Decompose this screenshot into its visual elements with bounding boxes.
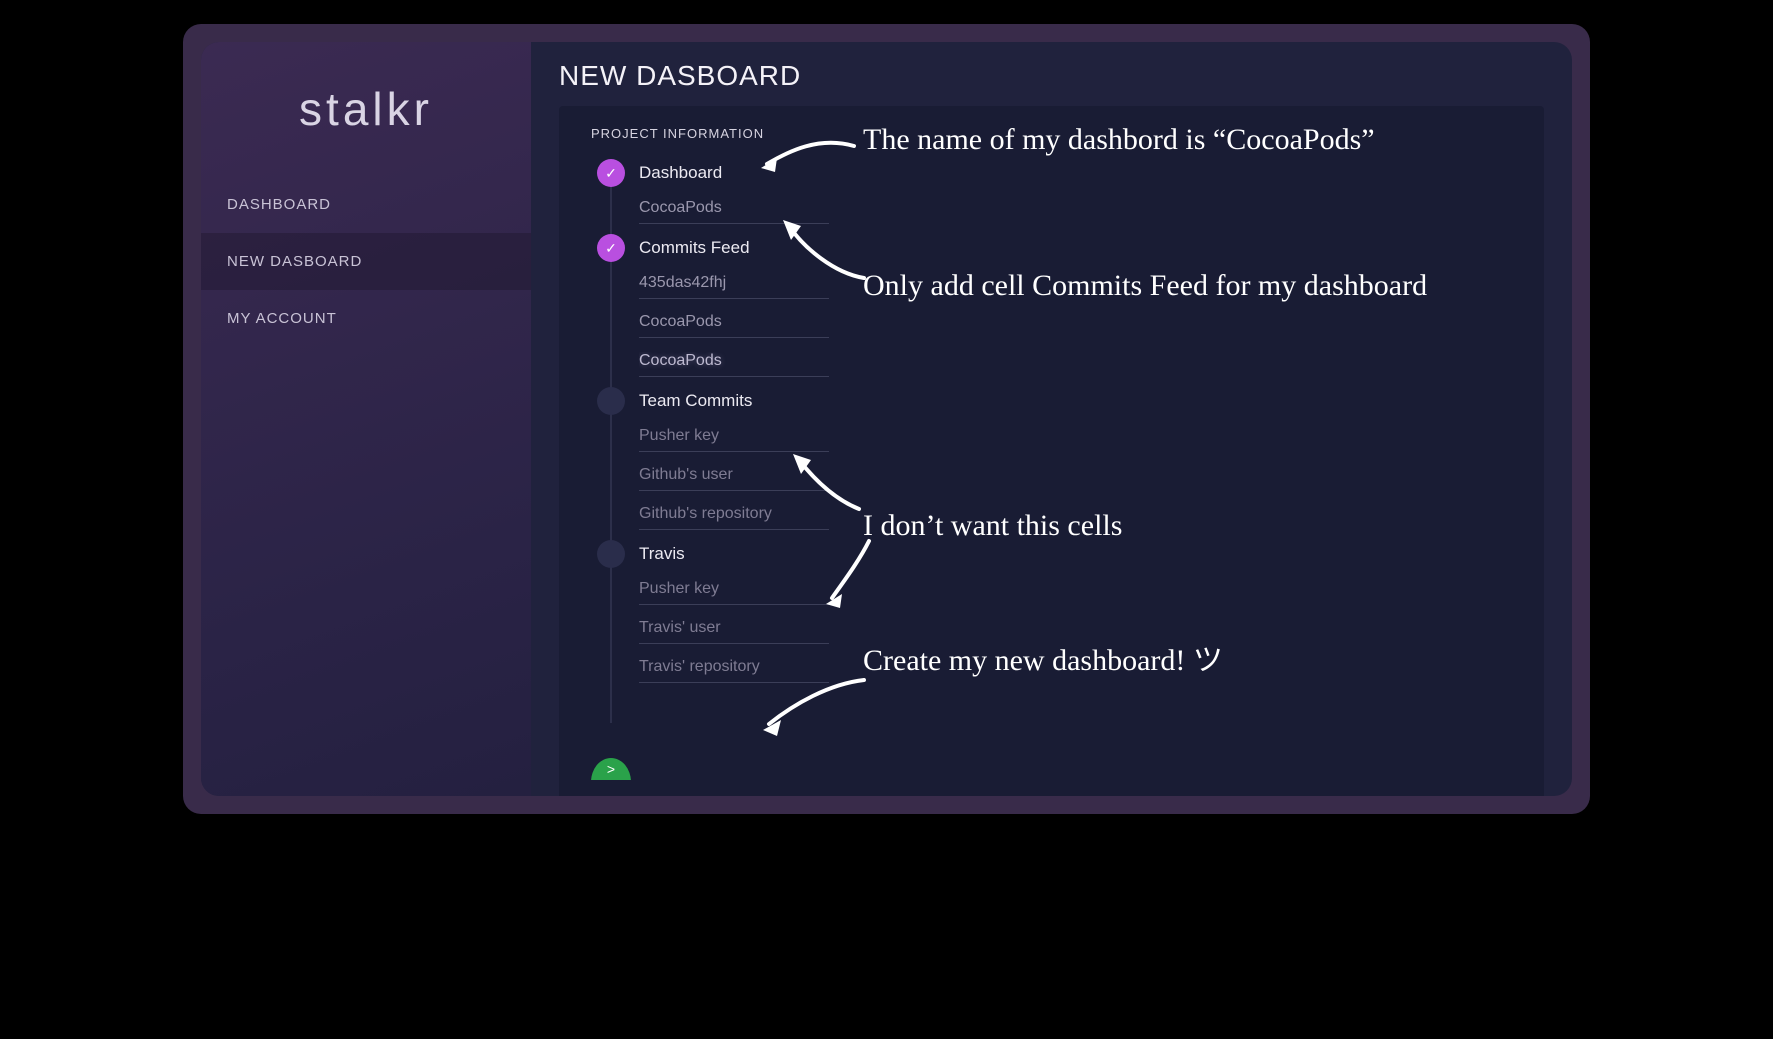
travis-pusher-key-input[interactable] <box>639 574 829 605</box>
step-commits-feed: ✓ Commits Feed <box>597 234 1512 377</box>
team-pusher-key-input[interactable] <box>639 421 829 452</box>
step-title: Dashboard <box>639 159 1512 187</box>
check-icon: ✓ <box>597 159 625 187</box>
step-dot-icon <box>597 387 625 415</box>
commits-feed-user-input[interactable] <box>639 307 829 338</box>
step-title: Travis <box>639 540 1512 568</box>
team-github-user-input[interactable] <box>639 460 829 491</box>
check-icon: ✓ <box>597 234 625 262</box>
travis-repo-input[interactable] <box>639 652 829 683</box>
app-window: stalkr DASHBOARD NEW DASBOARD MY ACCOUNT… <box>201 42 1572 796</box>
step-dashboard: ✓ Dashboard <box>597 159 1512 224</box>
step-title: Team Commits <box>639 387 1512 415</box>
main-area: NEW DASBOARD PROJECT INFORMATION ✓ Dashb… <box>531 42 1572 796</box>
step-title: Commits Feed <box>639 234 1512 262</box>
brand-logo: stalkr <box>201 72 531 176</box>
team-github-repo-input[interactable] <box>639 499 829 530</box>
commits-feed-repo-input[interactable] <box>639 346 829 377</box>
outer-frame: stalkr DASHBOARD NEW DASBOARD MY ACCOUNT… <box>183 24 1590 814</box>
step-travis: Travis <box>597 540 1512 683</box>
dashboard-name-input[interactable] <box>639 193 829 224</box>
sidebar-item-dashboard[interactable]: DASHBOARD <box>201 176 531 233</box>
sidebar-item-my-account[interactable]: MY ACCOUNT <box>201 290 531 347</box>
panel-heading: PROJECT INFORMATION <box>591 126 1512 141</box>
sidebar: stalkr DASHBOARD NEW DASBOARD MY ACCOUNT <box>201 42 531 796</box>
arrow-icon <box>759 674 869 734</box>
sidebar-item-new-dashboard[interactable]: NEW DASBOARD <box>201 233 531 290</box>
step-dot-icon <box>597 540 625 568</box>
create-dashboard-button[interactable]: > <box>591 758 631 796</box>
project-info-panel: PROJECT INFORMATION ✓ Dashboard ✓ Commit… <box>559 106 1544 796</box>
commits-feed-key-input[interactable] <box>639 268 829 299</box>
step-team-commits: Team Commits <box>597 387 1512 530</box>
page-title: NEW DASBOARD <box>559 60 1544 92</box>
travis-user-input[interactable] <box>639 613 829 644</box>
steps-timeline: ✓ Dashboard ✓ Commits Feed <box>597 159 1512 683</box>
